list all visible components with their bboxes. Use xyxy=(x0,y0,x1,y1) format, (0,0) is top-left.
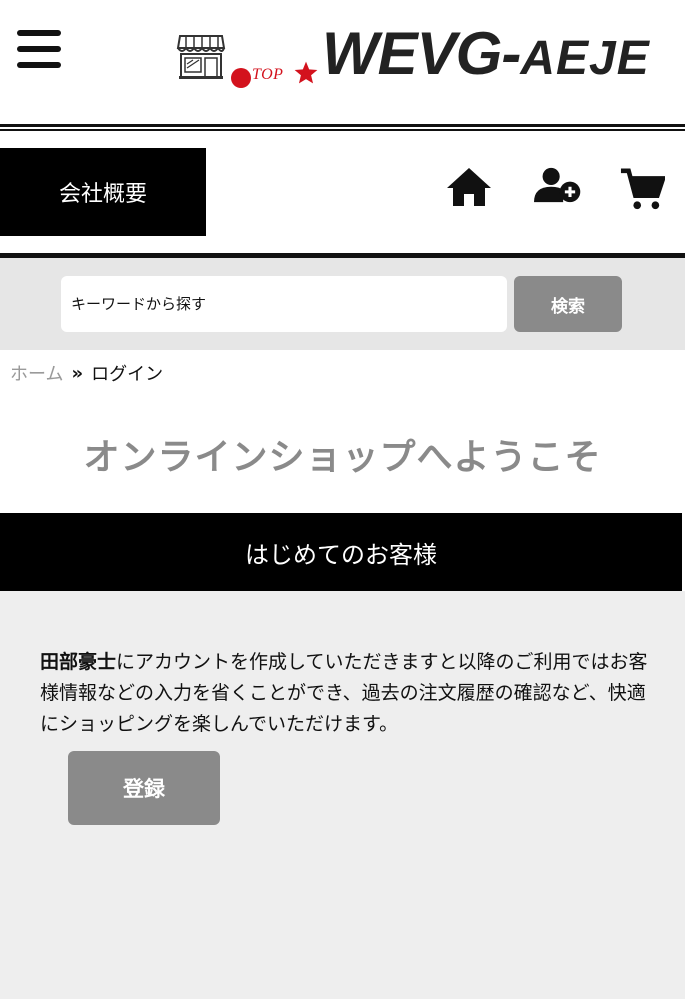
page-title: オンラインショップへようこそ xyxy=(83,437,602,478)
search-input[interactable] xyxy=(61,276,507,332)
menu-bar xyxy=(17,62,61,68)
breadcrumb-current: ログイン xyxy=(91,364,164,385)
breadcrumb-separator: » xyxy=(71,362,84,384)
home-icon[interactable] xyxy=(445,166,493,208)
new-customer-panel: 田部豪士にアカウントを作成していただきますと以降のご利用ではお客様情報などの入力… xyxy=(0,591,685,999)
logo-main-text: WEVG- xyxy=(322,20,521,87)
breadcrumb: ホーム » ログイン xyxy=(10,360,163,386)
description-text: にアカウントを作成していただきますと以降のご利用ではお客様情報などの入力を省くこ… xyxy=(40,651,648,735)
menu-bar xyxy=(17,30,61,36)
shop-name: 田部豪士 xyxy=(40,651,117,673)
hamburger-menu-icon[interactable] xyxy=(17,30,61,70)
search-bar: 検索 xyxy=(0,258,685,350)
site-header: TOP WEVG-AEJE xyxy=(0,0,685,131)
cart-icon[interactable] xyxy=(619,167,665,211)
user-add-icon[interactable] xyxy=(534,166,582,204)
new-customer-description: 田部豪士にアカウントを作成していただきますと以降のご利用ではお客様情報などの入力… xyxy=(40,647,660,740)
logo-wordmark: WEVG-AEJE xyxy=(322,18,650,95)
breadcrumb-home-link[interactable]: ホーム xyxy=(10,360,63,386)
section-header-new-customer: はじめてのお客様 xyxy=(0,513,682,591)
register-button[interactable]: 登録 xyxy=(68,751,220,825)
search-button[interactable]: 検索 xyxy=(514,276,622,332)
logo-red-dot xyxy=(231,68,251,88)
star-icon xyxy=(294,61,318,84)
store-icon xyxy=(176,35,226,79)
site-logo[interactable]: TOP WEVG-AEJE xyxy=(176,18,681,90)
logo-suffix-text: AEJE xyxy=(520,32,650,85)
header-divider xyxy=(0,124,685,131)
logo-top-text: TOP xyxy=(252,66,284,83)
menu-bar xyxy=(17,46,61,52)
company-profile-button[interactable]: 会社概要 xyxy=(0,148,206,236)
